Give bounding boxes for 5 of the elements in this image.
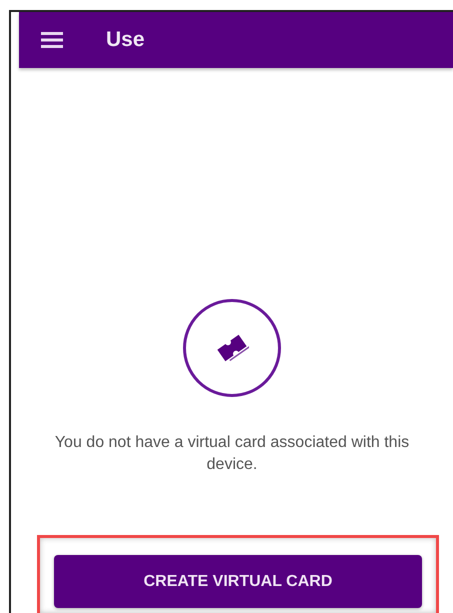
ticket-icon [215, 333, 249, 363]
screen-title: Use [106, 27, 145, 54]
create-virtual-card-button[interactable]: CREATE VIRTUAL CARD [54, 555, 422, 608]
empty-message: You do not have a virtual card associated with this device. [54, 433, 410, 475]
menu-icon[interactable] [41, 32, 63, 48]
